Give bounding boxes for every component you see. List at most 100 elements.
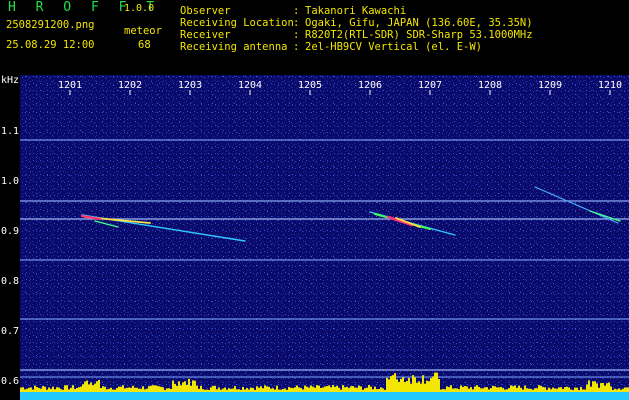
signal-level-bar: [552, 387, 554, 392]
signal-level-bar: [476, 385, 478, 392]
signal-level-bar: [236, 389, 238, 392]
signal-level-bar: [474, 386, 476, 392]
signal-level-bar: [466, 386, 468, 392]
signal-level-bar: [434, 372, 436, 392]
signal-level-bar: [136, 387, 138, 392]
x-tick-label: 1203: [178, 80, 202, 91]
signal-level-bar: [366, 387, 368, 392]
signal-level-bar: [228, 388, 230, 392]
signal-level-bar: [288, 386, 290, 392]
signal-level-bar: [132, 385, 134, 392]
signal-level-bar: [244, 389, 246, 392]
signal-level-bar: [514, 385, 516, 392]
signal-level-bar: [56, 387, 58, 392]
signal-level-bar: [332, 385, 334, 392]
file-name: 2508291200.png: [6, 19, 95, 31]
signal-level-bar: [126, 387, 128, 392]
signal-level-bar: [268, 386, 270, 392]
signal-level-bar: [348, 388, 350, 392]
signal-level-bar: [540, 385, 542, 392]
signal-level-bar: [362, 389, 364, 392]
signal-level-bar: [184, 381, 186, 392]
signal-level-bar: [354, 387, 356, 392]
signal-level-bar: [462, 386, 464, 392]
signal-level-bar: [270, 388, 272, 392]
signal-level-bar: [140, 388, 142, 392]
signal-level-bar: [390, 376, 392, 392]
signal-level-bar: [582, 389, 584, 392]
signal-level-bar: [612, 389, 614, 392]
signal-level-bar: [294, 387, 296, 392]
signal-level-bar: [494, 386, 496, 392]
signal-level-bar: [60, 389, 62, 392]
signal-level-bar: [546, 389, 548, 392]
signal-level-bar: [614, 388, 616, 392]
signal-level-bar: [616, 389, 618, 392]
signal-level-bar: [252, 387, 254, 392]
signal-level-bar: [182, 382, 184, 392]
signal-level-bar: [388, 379, 390, 392]
signal-level-bar: [276, 385, 278, 392]
signal-level-bar: [212, 385, 214, 392]
signal-level-bar: [54, 389, 56, 392]
signal-level-bar: [100, 387, 102, 392]
signal-level-bar: [298, 387, 300, 392]
y-tick-label: 0.6: [1, 376, 19, 387]
signal-level-bar: [440, 389, 442, 392]
signal-level-bar: [208, 389, 210, 392]
signal-level-bar: [280, 389, 282, 392]
location-label: Receiving Location: [180, 17, 294, 29]
signal-level-bar: [598, 387, 600, 392]
signal-level-bar: [428, 381, 430, 392]
y-tick-label: 0.7: [1, 326, 19, 337]
signal-level-bar: [26, 388, 28, 392]
observer-colon: :: [293, 5, 300, 17]
signal-level-bar: [318, 385, 320, 392]
signal-level-bar: [312, 386, 314, 392]
signal-level-bar: [342, 385, 344, 392]
signal-level-bar: [626, 387, 628, 392]
signal-level-bar: [24, 389, 26, 392]
signal-level-bar: [170, 388, 172, 392]
signal-level-bar: [286, 389, 288, 392]
signal-level-bar: [112, 389, 114, 392]
signal-level-bar: [122, 385, 124, 392]
signal-level-bar: [82, 384, 84, 392]
signal-level-bar: [164, 389, 166, 392]
signal-level-bar: [64, 385, 66, 392]
signal-level-bar: [108, 388, 110, 392]
signal-level-bar: [130, 387, 132, 392]
signal-level-bar: [176, 385, 178, 392]
signal-level-bar: [296, 385, 298, 392]
signal-level-bar: [472, 389, 474, 392]
signal-level-bar: [104, 386, 106, 392]
signal-level-bar: [194, 380, 196, 392]
signal-level-bar: [376, 389, 378, 392]
signal-level-bar: [150, 385, 152, 392]
signal-level-bar: [408, 377, 410, 392]
signal-level-bar: [554, 388, 556, 392]
signal-level-bar: [200, 385, 202, 392]
signal-level-bar: [542, 386, 544, 392]
signal-level-bar: [114, 389, 116, 392]
capture-datetime: 25.08.29 12:00: [6, 39, 95, 51]
signal-level-bar: [160, 386, 162, 392]
signal-level-bar: [96, 381, 98, 392]
signal-level-bar: [118, 386, 120, 392]
signal-level-bar: [524, 385, 526, 392]
signal-level-bar: [406, 380, 408, 392]
signal-level-bar: [412, 375, 414, 392]
signal-level-bar: [522, 389, 524, 392]
signal-level-bar: [324, 386, 326, 392]
signal-level-bar: [602, 382, 604, 392]
signal-level-bar: [226, 389, 228, 392]
signal-level-bar: [102, 386, 104, 392]
signal-level-bar: [338, 387, 340, 392]
signal-level-bar: [300, 387, 302, 392]
signal-level-bar: [344, 387, 346, 392]
signal-level-bar: [218, 387, 220, 392]
signal-level-bar: [266, 386, 268, 392]
signal-level-bar: [314, 387, 316, 392]
signal-level-bar: [358, 385, 360, 392]
signal-level-bar: [548, 387, 550, 392]
